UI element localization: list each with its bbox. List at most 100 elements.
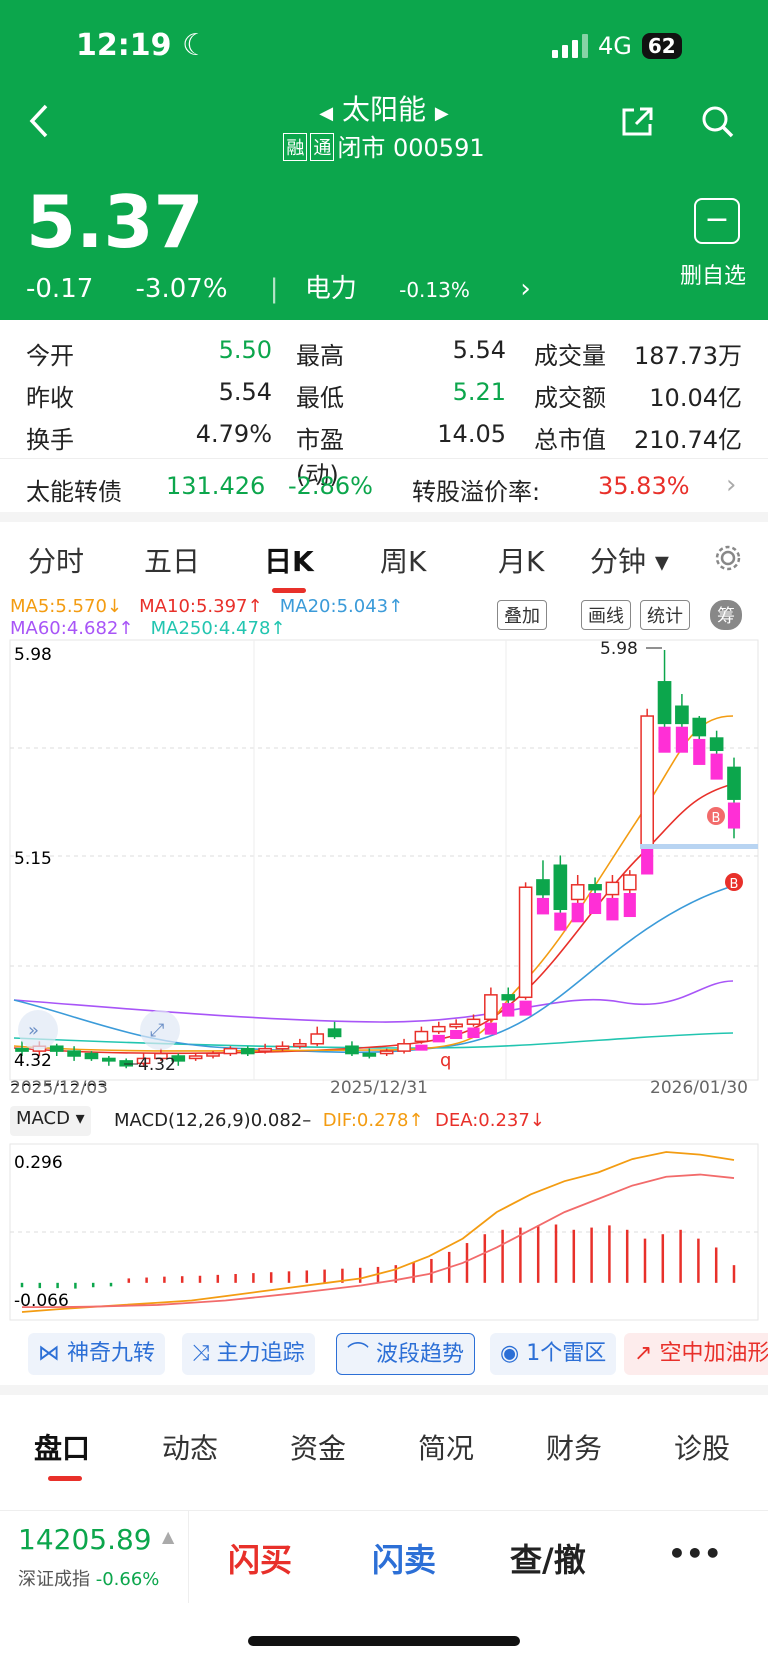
ma-legend-row-1: MA5:5.570↓ MA10:5.397↑ MA20:5.043↑ — [10, 596, 404, 617]
tab-capital[interactable]: 资金 — [290, 1427, 346, 1467]
trend-marker — [432, 1034, 445, 1043]
current-price: 5.37 — [26, 180, 204, 264]
trend-marker — [502, 1003, 515, 1017]
section-gap — [0, 1385, 768, 1395]
share-icon[interactable] — [620, 104, 656, 138]
tab-five-day[interactable]: 五日 — [144, 540, 200, 580]
chip-distribution-button[interactable]: 筹 — [710, 600, 742, 630]
home-indicator — [248, 1636, 520, 1646]
divider — [0, 458, 768, 459]
tab-finance[interactable]: 财务 — [546, 1427, 602, 1467]
tab-daily-k[interactable]: 日K — [264, 540, 314, 580]
candles — [15, 650, 741, 1069]
candle-down — [345, 1045, 359, 1055]
support-band — [640, 844, 758, 849]
candle-up — [570, 884, 585, 901]
more-icon[interactable]: ••• — [668, 1537, 722, 1570]
candle-up — [414, 1030, 429, 1043]
chevron-right-icon: › — [726, 470, 737, 500]
sector-link[interactable]: 电力 -0.13% › — [305, 274, 531, 304]
quick-sell-button[interactable]: 闪卖 — [372, 1535, 436, 1581]
trend-marker — [623, 893, 636, 918]
quick-buy-button[interactable]: 闪买 — [228, 1535, 292, 1581]
triangle-up-icon: ▲ — [162, 1527, 175, 1546]
candle-up — [431, 1025, 446, 1033]
overlay-button[interactable]: 叠加 — [497, 600, 547, 630]
macd-axis-bottom: -0.066 — [14, 1291, 69, 1311]
candle-down — [657, 681, 672, 725]
q-marker: q — [440, 1050, 451, 1071]
macd-legend: MACD(12,26,9)0.082– DIF:0.278↑ DEA:0.237… — [114, 1110, 545, 1131]
nodes-icon: ⋈ — [38, 1341, 60, 1366]
double-chevron-icon[interactable]: » — [28, 1020, 39, 1041]
shuffle-icon: ⤨ — [192, 1341, 210, 1366]
wave-trend-button[interactable]: ⌒ 波段趋势 — [336, 1333, 476, 1375]
trend-marker — [554, 912, 567, 931]
radar-icon: ◉ — [500, 1341, 520, 1366]
candle-down — [327, 1028, 342, 1038]
tab-diagnosis[interactable]: 诊股 — [674, 1427, 730, 1467]
prev-stock-icon[interactable]: ◀ — [319, 103, 333, 124]
main-force-button[interactable]: ⤨ 主力追踪 — [182, 1333, 315, 1375]
air-refuel-button[interactable]: ↗ 空中加油形 — [624, 1333, 768, 1375]
trend-marker — [536, 897, 550, 915]
tab-news[interactable]: 动态 — [162, 1427, 218, 1467]
trend-marker — [571, 902, 584, 923]
candle-up — [605, 881, 620, 896]
candle-up — [397, 1043, 411, 1052]
stats-button[interactable]: 统计 — [640, 600, 690, 630]
draw-line-button[interactable]: 画线 — [581, 600, 631, 630]
b-signal-label: B — [730, 877, 739, 892]
candle-up — [379, 1050, 394, 1055]
magic-nine-button[interactable]: ⋈ 神奇九转 — [28, 1333, 166, 1375]
connect-tag: 通 — [310, 133, 335, 161]
x-axis-start-label: 2025/12/03 — [10, 1078, 108, 1098]
candle-down — [362, 1052, 377, 1057]
index-name[interactable]: 深证成指 -0.66% — [18, 1565, 159, 1591]
trend-marker — [484, 1022, 497, 1035]
query-cancel-button[interactable]: 查/撤 — [510, 1535, 586, 1581]
candle-down — [240, 1047, 255, 1055]
b-signal-label: B — [712, 811, 721, 826]
macd-chart[interactable]: 0.296 -0.066 — [0, 1142, 768, 1322]
candle-down — [727, 766, 741, 800]
tab-minute[interactable]: 分钟 ▾ — [590, 540, 669, 580]
trend-marker — [641, 849, 654, 875]
risk-zone-button[interactable]: ◉ 1个雷区 — [490, 1333, 617, 1375]
tab-weekly-k[interactable]: 周K — [380, 540, 426, 580]
battery-icon: 62 — [641, 33, 682, 59]
price-change-row: -0.17 -3.07% | 电力 -0.13% › — [26, 274, 531, 304]
candle-up — [258, 1047, 272, 1052]
kline-chart[interactable]: B B q » ⤢ 5.98 5.15 4.32 5.98 4.32 2025/… — [0, 636, 768, 1086]
ma10-line — [13, 783, 734, 1055]
tab-monthly-k[interactable]: 月K — [498, 540, 544, 580]
candle-up — [640, 715, 654, 847]
tab-intraday[interactable]: 分时 — [28, 540, 84, 580]
expand-arrows-icon[interactable]: ⤢ — [150, 1020, 165, 1041]
x-axis-end-label: 2026/01/30 — [650, 1078, 748, 1098]
candle-up — [484, 994, 498, 1021]
tab-profile[interactable]: 简况 — [418, 1427, 474, 1467]
section-gap — [0, 512, 768, 522]
candle-up — [622, 874, 637, 891]
status-indicators: 4G 62 — [552, 32, 682, 60]
network-label: 4G — [598, 32, 632, 60]
trend-marker — [467, 1027, 480, 1039]
remove-watchlist-button[interactable]: − — [694, 198, 740, 244]
candle-down — [709, 737, 724, 752]
convertible-bond-row[interactable]: 太能转债 131.426 -2.86% 转股溢价率: 35.83% › — [26, 470, 742, 507]
remove-watchlist-label[interactable]: 删自选 — [680, 258, 746, 290]
candle-up — [310, 1033, 325, 1045]
moon-icon: ☾ — [181, 28, 209, 63]
index-value[interactable]: 14205.89 — [18, 1523, 152, 1556]
macd-selector[interactable]: MACD ▾ — [10, 1106, 91, 1136]
y-axis-mid: 5.15 — [14, 849, 52, 869]
macd-axis-top: 0.296 — [14, 1153, 63, 1173]
trend-marker — [415, 1044, 428, 1051]
search-icon[interactable] — [700, 104, 736, 140]
settings-icon[interactable] — [714, 544, 742, 572]
trend-marker — [727, 802, 741, 829]
tab-order-book[interactable]: 盘口 — [34, 1427, 90, 1467]
next-stock-icon[interactable]: ▶ — [435, 103, 449, 124]
trend-up-icon: ↗ — [634, 1341, 653, 1366]
